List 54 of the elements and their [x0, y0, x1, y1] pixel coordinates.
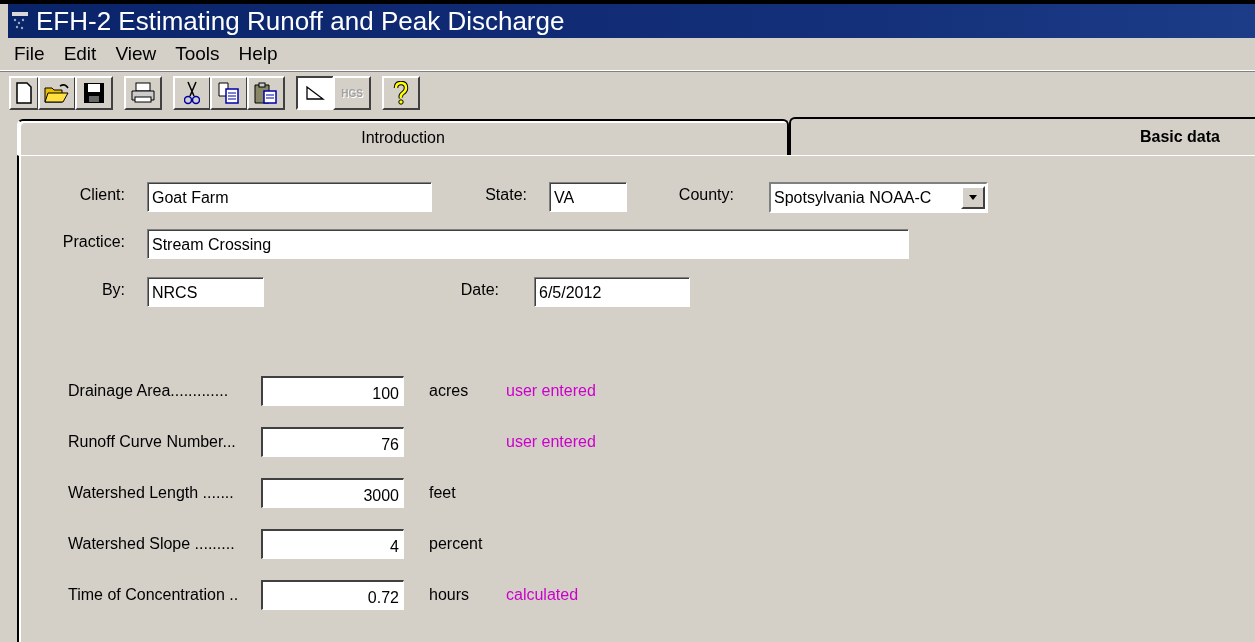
- field-label: County:: [677, 185, 734, 204]
- triangle-icon: [305, 85, 325, 101]
- help-button[interactable]: [382, 76, 420, 110]
- unit-label: percent: [429, 534, 483, 552]
- date-field[interactable]: 6/5/2012: [534, 277, 690, 307]
- status-note: calculated: [506, 585, 579, 604]
- unit-label: hours: [429, 585, 470, 603]
- copy-button[interactable]: [210, 76, 248, 110]
- status-note: user entered: [506, 432, 596, 451]
- question-mark-icon: [393, 81, 409, 105]
- scissors-icon: [184, 81, 200, 105]
- unit-label: acres: [429, 381, 469, 399]
- field-label: By:: [100, 280, 125, 299]
- field-label: Runoff Curve Number...: [68, 432, 237, 451]
- menu-item[interactable]: View: [115, 43, 157, 65]
- county-dropdown[interactable]: Spotsylvania NOAA-C: [769, 182, 988, 213]
- field-label: Watershed Length .......: [68, 483, 235, 502]
- client-field[interactable]: Goat Farm: [147, 182, 432, 212]
- blank-page-icon: [15, 82, 33, 104]
- cut-button[interactable]: [173, 76, 211, 110]
- save-button[interactable]: [75, 76, 113, 110]
- menu-item[interactable]: File: [14, 43, 45, 65]
- field-label: Time of Concentration ..: [68, 585, 240, 604]
- unit-label: feet: [429, 483, 456, 501]
- field-label: Date:: [459, 280, 499, 299]
- tab[interactable]: Introduction: [17, 119, 789, 155]
- tab[interactable]: Basic data: [789, 117, 1255, 155]
- menu-item[interactable]: Edit: [63, 43, 97, 65]
- field-label: Drainage Area.............: [68, 381, 230, 400]
- folder-icon: [44, 82, 70, 104]
- menu-item[interactable]: Tools: [175, 43, 220, 65]
- number-field[interactable]: 4: [261, 528, 404, 559]
- clipboard-icon: [254, 82, 278, 104]
- field-label: Practice:: [61, 232, 125, 251]
- number-field[interactable]: 0.72: [261, 579, 404, 610]
- field-label: State:: [484, 185, 527, 204]
- field-label: Client:: [78, 185, 125, 204]
- state-field[interactable]: VA: [549, 182, 627, 212]
- menu-item[interactable]: Help: [238, 43, 278, 65]
- triangle-button[interactable]: [296, 76, 334, 110]
- status-note: user entered: [506, 381, 596, 400]
- by-field[interactable]: NRCS: [147, 277, 264, 307]
- number-field[interactable]: 100: [261, 375, 404, 406]
- print-button[interactable]: [124, 76, 162, 110]
- number-field[interactable]: 76: [261, 426, 404, 457]
- new-file-button[interactable]: [9, 76, 39, 110]
- open-folder-button[interactable]: [38, 76, 76, 110]
- practice-field[interactable]: Stream Crossing: [147, 229, 909, 259]
- field-label: Watershed Slope .........: [68, 534, 236, 553]
- paste-button[interactable]: [247, 76, 285, 110]
- number-field[interactable]: 3000: [261, 477, 404, 508]
- printer-icon: [130, 82, 156, 104]
- window-title: EFH-2 Estimating Runoff and Peak Discharge: [36, 5, 565, 37]
- copy-icon: [218, 82, 240, 104]
